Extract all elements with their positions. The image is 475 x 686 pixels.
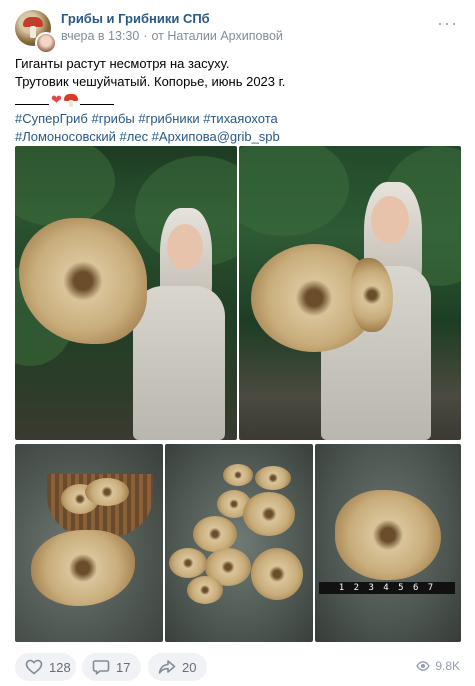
group-name-link[interactable]: Грибы и Грибники СПб — [61, 11, 210, 26]
more-dots-icon[interactable]: ··· — [437, 14, 458, 32]
hashtags-line-1[interactable]: #СуперГриб #грибы #грибники #тихаяохота — [15, 110, 460, 128]
photo-woman-holding-fungus-1[interactable] — [15, 146, 237, 440]
share-button[interactable]: 20 — [148, 653, 207, 681]
post-actions: 128 17 20 9.8K — [15, 653, 460, 681]
emoji-divider: ❤ — [15, 91, 114, 109]
photo-basket-fungus[interactable] — [15, 444, 163, 642]
share-count: 20 — [182, 659, 197, 675]
share-arrow-icon — [158, 659, 176, 675]
post-time[interactable]: вчера в 13:30 — [61, 29, 139, 43]
divider-line — [15, 95, 49, 105]
post-author[interactable]: от Наталии Архиповой — [152, 29, 283, 43]
text-line-1: Гиганты растут несмотря на засуху. — [15, 56, 230, 71]
photo-fungus-collection[interactable] — [165, 444, 313, 642]
like-count: 128 — [49, 659, 71, 675]
post-text: Гиганты растут несмотря на засуху. Труто… — [15, 55, 460, 146]
eye-icon — [416, 661, 431, 671]
heart-icon — [25, 659, 43, 675]
comment-icon — [92, 659, 110, 675]
views-count: 9.8K — [435, 659, 460, 673]
comment-count: 17 — [116, 659, 131, 675]
post-meta: вчера в 13:30 · от Наталии Архиповой — [61, 29, 283, 43]
views-counter: 9.8K — [416, 659, 460, 673]
ruler-label: 1 2 3 4 5 6 7 — [319, 582, 455, 594]
hashtags-line-2[interactable]: #Ломоносовский #лес #Архипова@grib_spb — [15, 128, 460, 146]
post-header: Грибы и Грибники СПб вчера в 13:30 · от На… — [15, 10, 460, 54]
photo-fungus-with-ruler[interactable]: 1 2 3 4 5 6 7 — [315, 444, 461, 642]
divider-line — [79, 95, 114, 105]
mushroom-emoji-icon — [63, 93, 78, 107]
comment-button[interactable]: 17 — [82, 653, 141, 681]
text-line-2: Трутовик чешуйчатый. Копорье, июнь 2023 … — [15, 74, 286, 89]
author-avatar[interactable] — [35, 32, 57, 54]
heart-emoji-icon: ❤ — [51, 92, 62, 107]
like-button[interactable]: 128 — [15, 653, 76, 681]
photo-woman-holding-fungus-2[interactable] — [239, 146, 461, 440]
